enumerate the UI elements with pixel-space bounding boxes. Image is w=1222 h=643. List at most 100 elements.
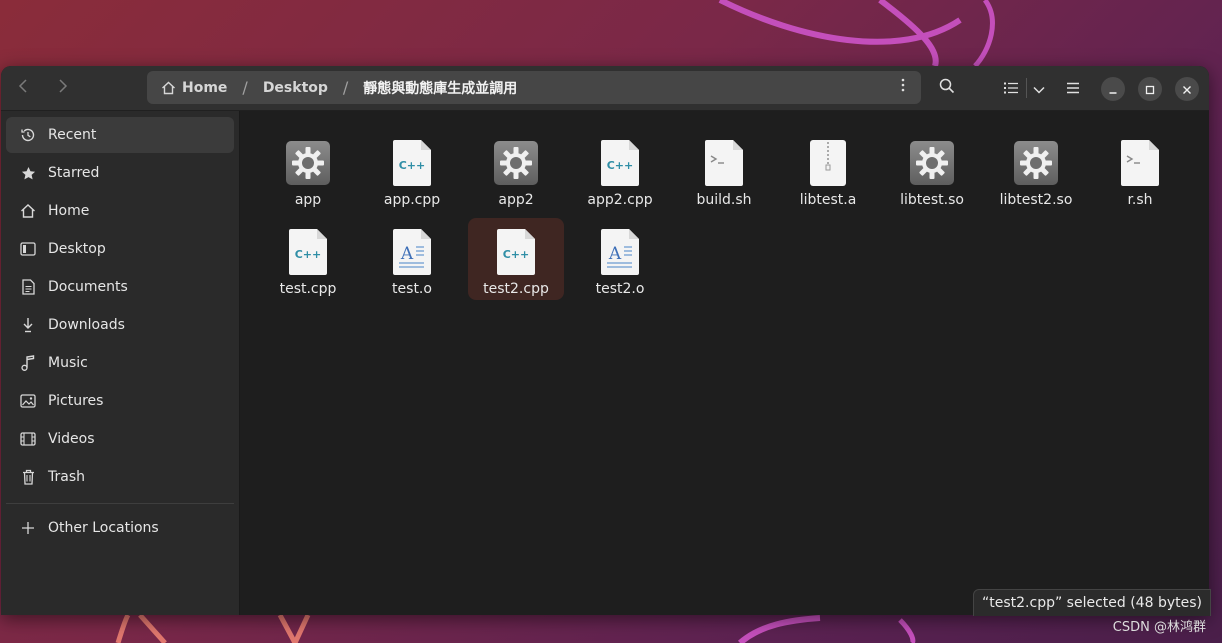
- executable-gear-icon: [907, 138, 957, 188]
- executable-gear-icon: [1011, 138, 1061, 188]
- kebab-menu-icon: [901, 78, 905, 96]
- file-item-test2-o[interactable]: A test2.o: [572, 221, 668, 303]
- file-item-app2-cpp[interactable]: C++ app2.cpp: [572, 132, 668, 214]
- minimize-button[interactable]: [1101, 77, 1125, 101]
- breadcrumb-desktop[interactable]: Desktop: [261, 80, 330, 96]
- home-icon: [18, 201, 38, 221]
- svg-text:A: A: [400, 244, 414, 264]
- executable-gear-icon: [491, 138, 541, 188]
- executable-gear-icon: [283, 138, 333, 188]
- search-icon: [939, 78, 955, 98]
- sidebar-item-recent[interactable]: Recent: [6, 117, 234, 153]
- download-icon: [18, 315, 38, 335]
- star-icon: [18, 163, 38, 183]
- file-name: build.sh: [696, 192, 752, 208]
- file-item-r-sh[interactable]: r.sh: [1092, 132, 1188, 214]
- file-manager-window: Home / Desktop / 靜態與動態庫生成並調用 Recent Star…: [1, 66, 1209, 615]
- view-divider: [1026, 78, 1027, 98]
- search-button[interactable]: [932, 73, 962, 103]
- svg-text:C++: C++: [399, 159, 426, 172]
- file-name: test.o: [392, 281, 432, 297]
- maximize-button[interactable]: [1138, 77, 1162, 101]
- watermark: CSDN @林鸿群: [1112, 620, 1206, 635]
- breadcrumb-separator: /: [242, 78, 248, 97]
- shell-script-icon: [699, 138, 749, 188]
- file-item-app[interactable]: app: [260, 132, 356, 214]
- sidebar-item-downloads[interactable]: Downloads: [6, 307, 234, 343]
- cpp-file-icon: C++: [491, 227, 541, 277]
- sidebar-item-desktop[interactable]: Desktop: [6, 231, 234, 267]
- svg-text:C++: C++: [503, 248, 530, 261]
- video-icon: [18, 429, 38, 449]
- file-item-test-cpp[interactable]: C++ test.cpp: [260, 221, 356, 303]
- file-item-test-o[interactable]: A test.o: [364, 221, 460, 303]
- file-name: test2.cpp: [483, 281, 549, 297]
- document-icon: [18, 277, 38, 297]
- home-icon: [161, 81, 176, 95]
- file-item-libtest2-so[interactable]: libtest2.so: [988, 132, 1084, 214]
- file-name: app2.cpp: [587, 192, 653, 208]
- chevron-right-icon: [58, 79, 68, 97]
- sidebar-item-other-locations[interactable]: Other Locations: [6, 510, 234, 546]
- file-item-test2-cpp[interactable]: C++ test2.cpp: [468, 218, 564, 300]
- cpp-file-icon: C++: [595, 138, 645, 188]
- file-item-libtest-a[interactable]: libtest.a: [780, 132, 876, 214]
- maximize-icon: [1145, 80, 1155, 99]
- object-file-icon: A: [595, 227, 645, 277]
- archive-file-icon: [803, 138, 853, 188]
- file-name: libtest.so: [900, 192, 964, 208]
- sidebar-item-trash[interactable]: Trash: [6, 459, 234, 495]
- file-item-app-cpp[interactable]: C++ app.cpp: [364, 132, 460, 214]
- clock-icon: [18, 125, 38, 145]
- shell-script-icon: [1115, 138, 1165, 188]
- path-bar: Home / Desktop / 靜態與動態庫生成並調用: [147, 71, 921, 104]
- music-icon: [18, 353, 38, 373]
- file-name: app: [294, 192, 322, 208]
- file-name: libtest2.so: [999, 192, 1073, 208]
- forward-button[interactable]: [48, 73, 78, 103]
- view-options-button[interactable]: [1028, 73, 1050, 103]
- breadcrumb-current-folder[interactable]: 靜態與動態庫生成並調用: [361, 78, 519, 98]
- trash-icon: [18, 467, 38, 487]
- hamburger-icon: [1066, 79, 1080, 98]
- list-view-button[interactable]: [997, 73, 1025, 103]
- file-name: test2.o: [595, 281, 645, 297]
- sidebar-item-videos[interactable]: Videos: [6, 421, 234, 457]
- minimize-icon: [1108, 80, 1118, 99]
- sidebar-item-starred[interactable]: Starred: [6, 155, 234, 191]
- breadcrumb-home[interactable]: Home: [159, 80, 229, 96]
- selection-status: “test2.cpp” selected (48 bytes): [973, 589, 1211, 616]
- file-name: r.sh: [1127, 192, 1153, 208]
- svg-text:C++: C++: [607, 159, 634, 172]
- sidebar-item-pictures[interactable]: Pictures: [6, 383, 234, 419]
- sidebar-item-documents[interactable]: Documents: [6, 269, 234, 305]
- header-bar: Home / Desktop / 靜態與動態庫生成並調用: [1, 66, 1209, 111]
- back-button[interactable]: [8, 73, 38, 103]
- cpp-file-icon: C++: [283, 227, 333, 277]
- file-item-app2[interactable]: app2: [468, 132, 564, 214]
- plus-icon: [18, 518, 38, 538]
- chevron-left-icon: [18, 79, 28, 97]
- sidebar-divider: [6, 503, 234, 504]
- object-file-icon: A: [387, 227, 437, 277]
- chevron-down-icon: [1033, 79, 1045, 98]
- desktop-icon: [18, 239, 38, 259]
- sidebar-item-music[interactable]: Music: [6, 345, 234, 381]
- file-grid: app C++ app.cpp app2 C++ app2.cpp build.…: [240, 111, 1209, 615]
- sidebar: Recent Starred Home Desktop Documents Do…: [1, 111, 240, 615]
- file-name: app.cpp: [383, 192, 441, 208]
- breadcrumb-separator: /: [342, 78, 349, 97]
- file-name: app2: [498, 192, 534, 208]
- main-menu-button[interactable]: [1059, 73, 1087, 103]
- picture-icon: [18, 391, 38, 411]
- path-menu-button[interactable]: [891, 75, 915, 99]
- svg-text:A: A: [608, 244, 622, 264]
- file-name: test.cpp: [279, 281, 337, 297]
- cpp-file-icon: C++: [387, 138, 437, 188]
- file-item-build-sh[interactable]: build.sh: [676, 132, 772, 214]
- close-button[interactable]: [1175, 77, 1199, 101]
- sidebar-item-home[interactable]: Home: [6, 193, 234, 229]
- file-item-libtest-so[interactable]: libtest.so: [884, 132, 980, 214]
- list-view-icon: [1004, 79, 1018, 98]
- file-name: libtest.a: [799, 192, 857, 208]
